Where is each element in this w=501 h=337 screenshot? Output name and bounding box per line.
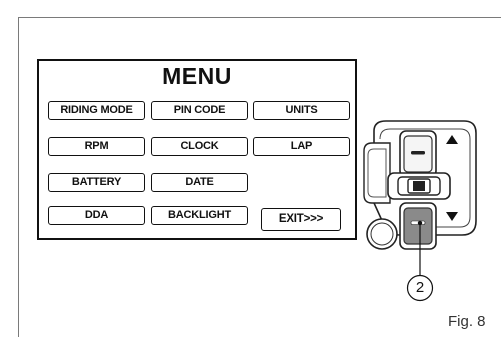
menu-item-units[interactable]: UNITS [253,101,350,120]
menu-item-date[interactable]: DATE [151,173,248,192]
menu-title: MENU [162,63,232,89]
menu-item-clock[interactable]: CLOCK [151,137,248,156]
menu-item-backlight[interactable]: BACKLIGHT [151,206,248,225]
menu-item-rpm[interactable]: RPM [48,137,145,156]
frame-left-border [18,17,19,337]
callout-number: 2 [415,279,425,296]
menu-item-pin-code[interactable]: PIN CODE [151,101,248,120]
figure-canvas: MENU RIDING MODE PIN CODE UNITS RPM CLOC… [0,0,501,337]
menu-screen: MENU RIDING MODE PIN CODE UNITS RPM CLOC… [37,59,357,240]
exit-button[interactable]: EXIT>>> [261,208,341,231]
down-button[interactable] [399,202,437,250]
menu-item-dda[interactable]: DDA [48,206,145,225]
figure-label: Fig. 8 [448,313,486,330]
frame-top-border [18,17,501,18]
menu-item-riding-mode[interactable]: RIDING MODE [48,101,145,120]
handlebar-switch [363,120,477,250]
round-knob [366,218,398,250]
menu-item-battery[interactable]: BATTERY [48,173,145,192]
center-selector[interactable] [387,172,451,200]
up-button[interactable] [399,130,437,178]
menu-item-lap[interactable]: LAP [253,137,350,156]
